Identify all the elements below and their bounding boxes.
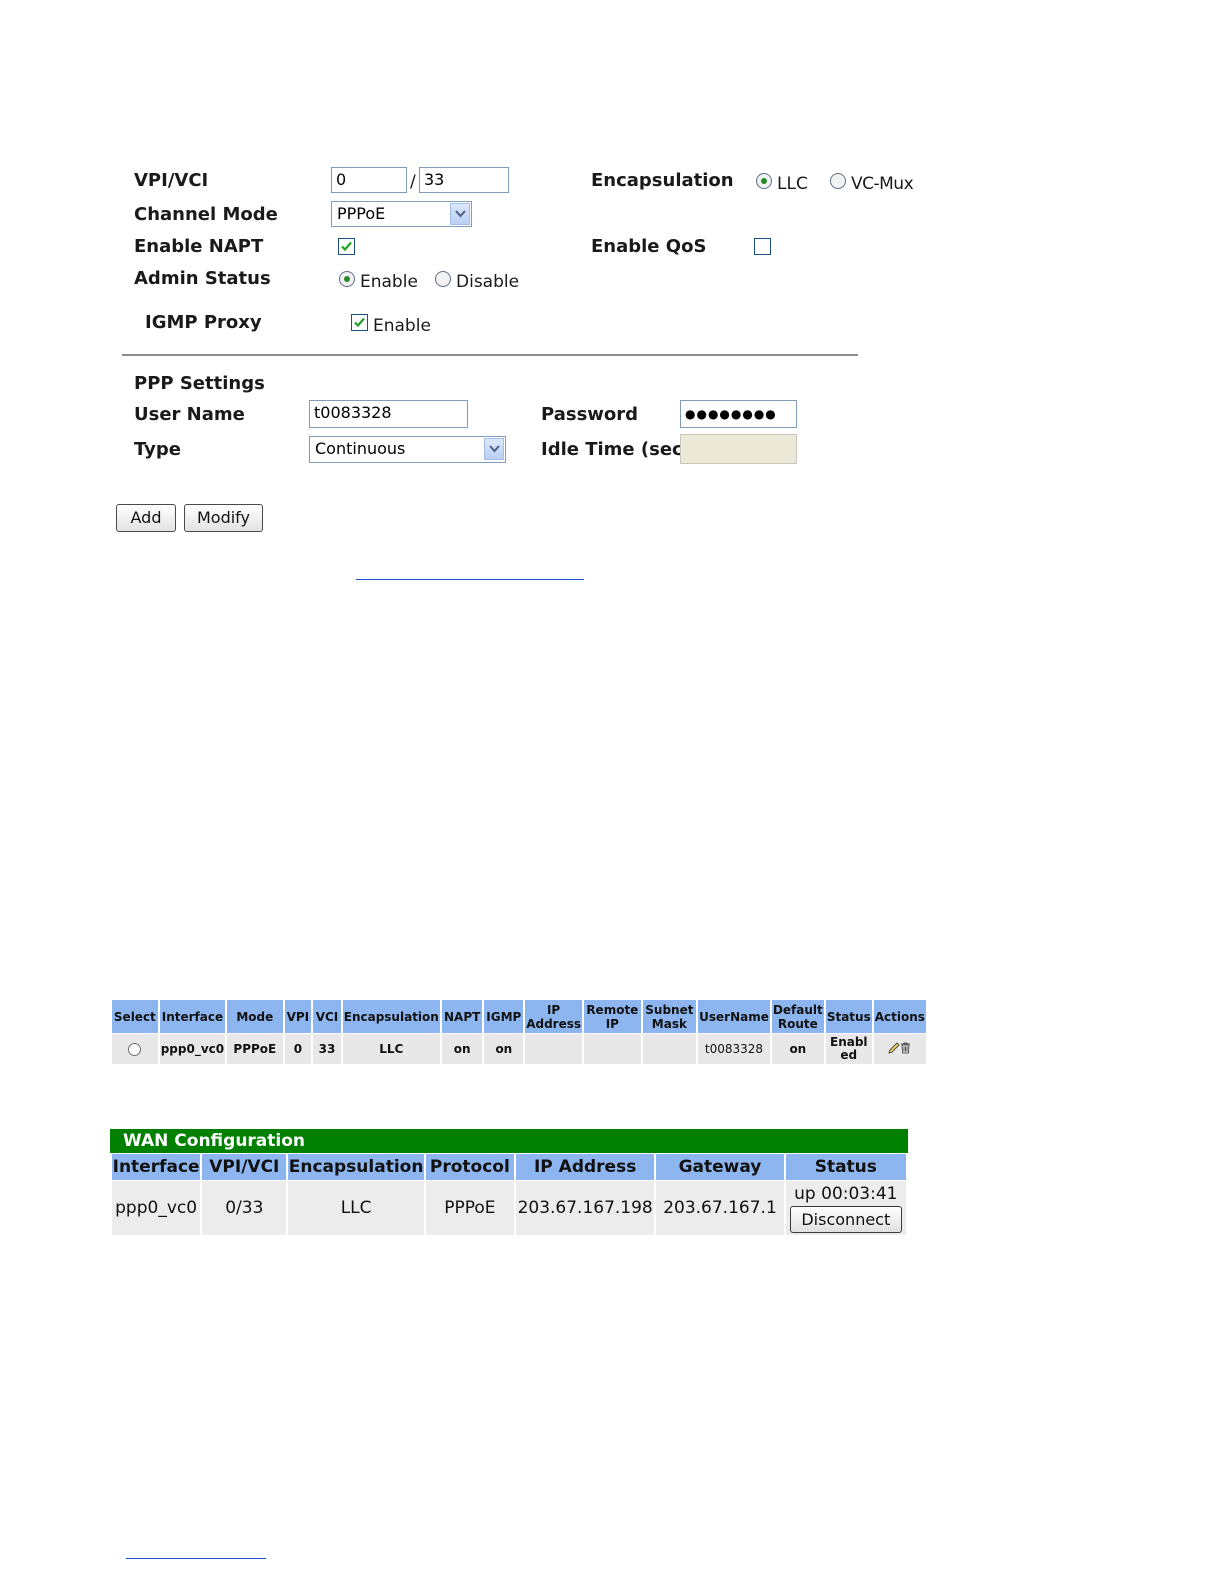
- encap-vcmux-label: VC-Mux: [851, 174, 914, 194]
- vpi-input[interactable]: 0: [331, 167, 407, 193]
- igmp-proxy-label: IGMP Proxy: [145, 312, 262, 333]
- col-select: Select: [112, 1000, 158, 1033]
- chevron-down-icon: [450, 203, 470, 225]
- chevron-down-icon: [484, 438, 504, 460]
- enable-napt-label: Enable NAPT: [134, 236, 264, 257]
- wan-row-status: up 00:03:41: [794, 1183, 898, 1204]
- row-igmp: on: [484, 1033, 524, 1064]
- wan-col-ip-address: IP Address: [515, 1154, 655, 1180]
- admin-status-label: Admin Status: [134, 268, 271, 289]
- type-label: Type: [134, 439, 181, 460]
- checkmark-icon: [341, 241, 352, 252]
- col-vpi: VPI: [284, 1000, 312, 1033]
- col-vci: VCI: [313, 1000, 341, 1033]
- row-select-cell: [112, 1033, 158, 1064]
- col-ip-address: IP Address: [525, 1000, 583, 1033]
- wan-row-vpi-vci: 0/33: [202, 1180, 287, 1235]
- col-actions: Actions: [873, 1000, 926, 1033]
- type-value: Continuous: [315, 439, 406, 458]
- igmp-enable-label: Enable: [373, 316, 431, 336]
- section-divider: [122, 354, 858, 356]
- wan-row-protocol: PPPoE: [425, 1180, 514, 1235]
- footer-link-underline[interactable]: [126, 1558, 266, 1559]
- col-remote-ip: Remote IP: [584, 1000, 641, 1033]
- row-actions: [873, 1033, 926, 1064]
- enable-napt-checkbox[interactable]: [338, 238, 355, 255]
- row-interface: ppp0_vc0: [159, 1033, 226, 1064]
- enable-qos-label: Enable QoS: [591, 236, 707, 257]
- wan-configuration-title: WAN Configuration: [110, 1129, 908, 1153]
- encap-llc-radio[interactable]: [756, 173, 772, 189]
- wan-row-gateway: 203.67.167.1: [656, 1180, 784, 1235]
- admin-disable-radio[interactable]: [435, 271, 451, 287]
- username-input[interactable]: t0083328: [309, 400, 468, 428]
- col-username: UserName: [698, 1000, 770, 1033]
- row-select-radio[interactable]: [128, 1042, 142, 1056]
- vci-input[interactable]: 33: [419, 167, 509, 193]
- wan-col-status: Status: [785, 1154, 906, 1180]
- encap-llc-label: LLC: [777, 174, 808, 194]
- row-vci: 33: [313, 1033, 341, 1064]
- wan-row-ip-address: 203.67.167.198: [515, 1180, 655, 1235]
- wan-row-encapsulation: LLC: [288, 1180, 424, 1235]
- col-interface: Interface: [159, 1000, 226, 1033]
- vpi-vci-separator: /: [410, 172, 416, 192]
- wan-row-interface: ppp0_vc0: [112, 1180, 201, 1235]
- encap-vcmux-radio[interactable]: [830, 173, 846, 189]
- col-encapsulation: Encapsulation: [342, 1000, 440, 1033]
- type-select[interactable]: Continuous: [309, 436, 506, 463]
- trash-icon[interactable]: [900, 1042, 911, 1057]
- table-header-row: Interface VPI/VCI Encapsulation Protocol…: [112, 1154, 906, 1180]
- admin-enable-label: Enable: [360, 272, 418, 292]
- col-mode: Mode: [227, 1000, 283, 1033]
- row-mode: PPPoE: [227, 1033, 283, 1064]
- col-napt: NAPT: [441, 1000, 483, 1033]
- modify-button[interactable]: Modify: [184, 504, 263, 532]
- wan-col-vpi-vci: VPI/VCI: [202, 1154, 287, 1180]
- wan-row-status-cell: up 00:03:41 Disconnect: [785, 1180, 906, 1235]
- username-label: User Name: [134, 404, 245, 425]
- row-napt: on: [441, 1033, 483, 1064]
- table-row: ppp0_vc0 0/33 LLC PPPoE 203.67.167.198 2…: [112, 1180, 906, 1235]
- channel-mode-label: Channel Mode: [134, 204, 278, 225]
- ppp-settings-title: PPP Settings: [134, 373, 265, 394]
- password-label: Password: [541, 404, 639, 425]
- wan-col-gateway: Gateway: [656, 1154, 784, 1180]
- row-vpi: 0: [284, 1033, 312, 1064]
- enable-qos-checkbox[interactable]: [754, 238, 771, 255]
- channel-mode-select[interactable]: PPPoE: [331, 201, 472, 227]
- add-button[interactable]: Add: [116, 504, 176, 532]
- row-ip-address: [525, 1033, 583, 1064]
- admin-disable-label: Disable: [456, 272, 520, 292]
- igmp-proxy-checkbox[interactable]: [351, 314, 368, 331]
- atm-vc-table: Select Interface Mode VPI VCI Encapsulat…: [110, 1000, 928, 1064]
- col-status: Status: [825, 1000, 872, 1033]
- table-header-row: Select Interface Mode VPI VCI Encapsulat…: [112, 1000, 926, 1033]
- encapsulation-label: Encapsulation: [591, 170, 734, 191]
- edit-icon[interactable]: [888, 1041, 900, 1057]
- row-username: t0083328: [698, 1033, 770, 1064]
- col-igmp: IGMP: [484, 1000, 524, 1033]
- admin-enable-radio[interactable]: [339, 271, 355, 287]
- wan-col-encapsulation: Encapsulation: [288, 1154, 424, 1180]
- col-subnet-mask: Subnet Mask: [642, 1000, 697, 1033]
- wan-col-interface: Interface: [112, 1154, 201, 1180]
- wan-configuration-table: Interface VPI/VCI Encapsulation Protocol…: [110, 1154, 908, 1235]
- row-default-route: on: [771, 1033, 824, 1064]
- idle-time-label: Idle Time (sec): [541, 439, 691, 460]
- row-remote-ip: [584, 1033, 641, 1064]
- row-status: Enabled: [825, 1033, 872, 1064]
- col-default-route: Default Route: [771, 1000, 824, 1033]
- row-subnet-mask: [642, 1033, 697, 1064]
- idle-time-input[interactable]: [680, 434, 797, 464]
- wan-col-protocol: Protocol: [425, 1154, 514, 1180]
- table-row: ppp0_vc0 PPPoE 0 33 LLC on on t0083328 o…: [112, 1033, 926, 1064]
- disconnect-button[interactable]: Disconnect: [789, 1205, 902, 1233]
- vpi-vci-label: VPI/VCI: [134, 170, 209, 191]
- channel-mode-value: PPPoE: [337, 204, 386, 223]
- hyperlink-underline[interactable]: [356, 579, 584, 580]
- password-input[interactable]: ●●●●●●●●: [680, 400, 797, 428]
- row-encapsulation: LLC: [342, 1033, 440, 1064]
- checkmark-icon: [354, 317, 365, 328]
